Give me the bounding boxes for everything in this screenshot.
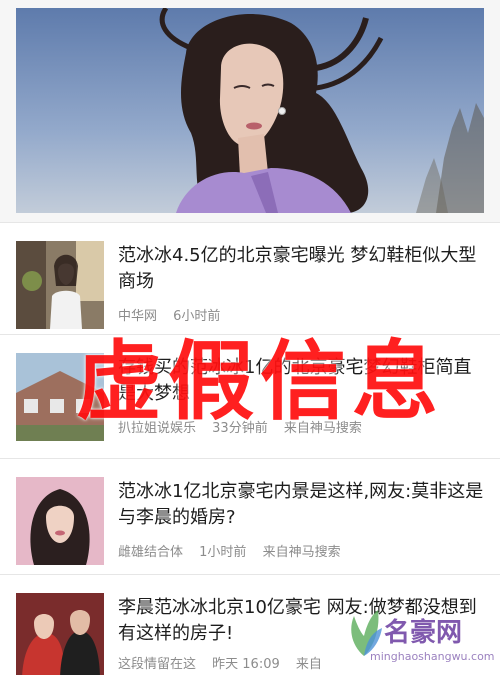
article-source: 雌雄结合体 <box>118 545 184 560</box>
article-title[interactable]: 范冰冰1亿北京豪宅内景是这样,网友:莫非这是与李晨的婚房? <box>118 479 488 531</box>
article-meta: 雌雄结合体 1小时前 来自神马搜索 <box>118 541 488 560</box>
article-thumbnail[interactable] <box>16 477 104 565</box>
article-via: 来自 <box>295 657 322 672</box>
article-via: 来自神马搜索 <box>262 545 341 560</box>
hero-image[interactable] <box>16 8 484 213</box>
thumbnail-image <box>16 477 104 565</box>
thumbnail-image <box>16 593 104 675</box>
list-item[interactable]: 范冰冰1亿北京豪宅内景是这样,网友:莫非这是与李晨的婚房? 雌雄结合体 1小时前… <box>0 458 500 570</box>
news-feed-screen: 范冰冰4.5亿的北京豪宅曝光 梦幻鞋柜似大型商场 中华网 6小时前 存钱买的范冰… <box>0 0 500 675</box>
site-watermark: 名豪网 minghaoshangwu.com <box>344 598 495 670</box>
hero-photo-portrait <box>16 8 484 213</box>
watermark-title: 名豪网 <box>384 618 463 648</box>
article-time: 昨天 16:09 <box>212 657 280 672</box>
article-thumbnail[interactable] <box>16 593 104 675</box>
article-time: 1小时前 <box>199 545 247 560</box>
article-source: 这段情留在这 <box>118 657 197 672</box>
fake-info-stamp: 虚假信息 <box>76 331 444 432</box>
watermark-url: minghaoshangwu.com <box>370 650 495 663</box>
article-title[interactable]: 范冰冰4.5亿的北京豪宅曝光 梦幻鞋柜似大型商场 <box>118 243 488 295</box>
